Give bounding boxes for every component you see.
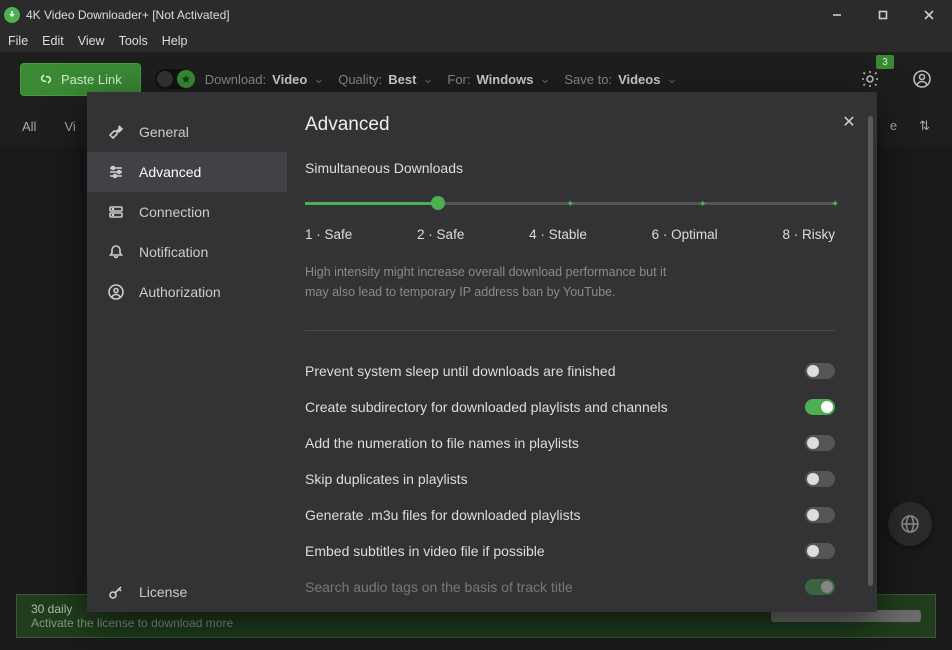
- toggle-row: Embed subtitles in video file if possibl…: [305, 533, 835, 569]
- toggle-switch[interactable]: [805, 579, 835, 595]
- chevron-down-icon: ⌄: [666, 71, 677, 87]
- slider-tick-label: 1 · Safe: [305, 227, 352, 242]
- slider-tick-label: 8 · Risky: [782, 227, 835, 242]
- toggle-label: Generate .m3u files for downloaded playl…: [305, 507, 580, 523]
- sidebar-item-authorization[interactable]: Authorization: [87, 272, 287, 312]
- sidebar-item-connection[interactable]: Connection: [87, 192, 287, 232]
- toggle-switch[interactable]: [805, 399, 835, 415]
- language-globe-button[interactable]: [888, 502, 932, 546]
- toggle-label: Prevent system sleep until downloads are…: [305, 363, 616, 379]
- user-icon[interactable]: [912, 69, 932, 89]
- key-icon: [107, 583, 125, 601]
- menu-view[interactable]: View: [72, 32, 111, 50]
- toggle-row: Generate .m3u files for downloaded playl…: [305, 497, 835, 533]
- save-to-selector[interactable]: Save to: Videos ⌄: [564, 71, 677, 87]
- window-title: 4K Video Downloader+ [Not Activated]: [26, 8, 230, 22]
- sidebar-item-general[interactable]: General: [87, 112, 287, 152]
- modal-title: Advanced: [305, 114, 835, 136]
- sidebar-item-advanced[interactable]: Advanced: [87, 152, 287, 192]
- for-selector[interactable]: For: Windows ⌄: [447, 71, 550, 87]
- server-icon: [107, 203, 125, 221]
- chevron-down-icon: ⌄: [539, 71, 550, 87]
- user-icon: [107, 283, 125, 301]
- toggle-row: Search audio tags on the basis of track …: [305, 569, 835, 605]
- toggle-label: Search audio tags on the basis of track …: [305, 579, 573, 595]
- sidebar-item-notification[interactable]: Notification: [87, 232, 287, 272]
- titlebar: 4K Video Downloader+ [Not Activated]: [0, 0, 952, 30]
- toggle-label: Embed subtitles in video file if possibl…: [305, 543, 545, 559]
- preferences-modal: General Advanced Connection Notification Aut…: [87, 92, 877, 612]
- scrollbar-thumb[interactable]: [868, 116, 873, 586]
- quality-selector[interactable]: Quality: Best ⌄: [338, 71, 433, 87]
- toggle-row: Add the numeration to file names in play…: [305, 425, 835, 461]
- sort-icon[interactable]: ⇅: [919, 118, 930, 134]
- simultaneous-slider[interactable]: ✦ ✦ ✦ 1 · Safe2 · Safe4 · Stable6 · Opti…: [305, 202, 835, 242]
- toggle-row: Prevent system sleep until downloads are…: [305, 353, 835, 389]
- sidebar-item-label: Notification: [139, 244, 208, 260]
- modal-sidebar: General Advanced Connection Notification Aut…: [87, 92, 287, 612]
- modal-content: ✕ Advanced Simultaneous Downloads ✦ ✦ ✦ …: [287, 92, 877, 612]
- paste-link-label: Paste Link: [61, 72, 122, 87]
- toggle-row: Skip duplicates in playlists: [305, 461, 835, 497]
- slider-tick-label: 6 · Optimal: [652, 227, 718, 242]
- toggle-switch[interactable]: [805, 363, 835, 379]
- app-icon: [4, 7, 20, 23]
- minimize-button[interactable]: [814, 0, 860, 30]
- toggle-label: Add the numeration to file names in play…: [305, 435, 579, 451]
- sidebar-item-label: License: [139, 584, 187, 600]
- chevron-down-icon: ⌄: [422, 71, 433, 87]
- wrench-icon: [107, 123, 125, 141]
- sidebar-item-label: Connection: [139, 204, 210, 220]
- notification-badge[interactable]: 3: [876, 55, 894, 69]
- paste-link-button[interactable]: Paste Link: [20, 63, 141, 96]
- toggle-switch[interactable]: [805, 435, 835, 451]
- toggle-switch[interactable]: [805, 507, 835, 523]
- close-icon[interactable]: ✕: [837, 110, 861, 134]
- gear-icon[interactable]: [860, 69, 880, 89]
- filter-all[interactable]: All: [22, 119, 36, 134]
- toggle-switch[interactable]: [805, 471, 835, 487]
- maximize-button[interactable]: [860, 0, 906, 30]
- sidebar-item-label: General: [139, 124, 189, 140]
- menu-tools[interactable]: Tools: [113, 32, 154, 50]
- slider-tick-label: 4 · Stable: [529, 227, 587, 242]
- banner-line2: Activate the license to download more: [31, 616, 233, 630]
- toggle-label: Skip duplicates in playlists: [305, 471, 468, 487]
- sidebar-item-label: Advanced: [139, 164, 201, 180]
- divider: [305, 330, 835, 331]
- toggle-row: Create subdirectory for downloaded playl…: [305, 389, 835, 425]
- sidebar-item-license[interactable]: License: [87, 572, 287, 612]
- simultaneous-hint: High intensity might increase overall do…: [305, 262, 685, 302]
- menubar: File Edit View Tools Help: [0, 30, 952, 52]
- smart-mode-toggle[interactable]: [155, 69, 191, 89]
- simultaneous-label: Simultaneous Downloads: [305, 160, 835, 176]
- download-selector[interactable]: Download: Video ⌄: [205, 71, 325, 87]
- filter-video-partial[interactable]: Vi: [64, 119, 75, 134]
- menu-edit[interactable]: Edit: [36, 32, 70, 50]
- filter-right-partial[interactable]: e: [890, 118, 897, 134]
- toggle-switch[interactable]: [805, 543, 835, 559]
- toggle-label: Create subdirectory for downloaded playl…: [305, 399, 668, 415]
- menu-help[interactable]: Help: [156, 32, 194, 50]
- chevron-down-icon: ⌄: [313, 71, 324, 87]
- bell-icon: [107, 243, 125, 261]
- slider-tick-label: 2 · Safe: [417, 227, 464, 242]
- menu-file[interactable]: File: [2, 32, 34, 50]
- sliders-icon: [107, 163, 125, 181]
- sidebar-item-label: Authorization: [139, 284, 221, 300]
- close-button[interactable]: [906, 0, 952, 30]
